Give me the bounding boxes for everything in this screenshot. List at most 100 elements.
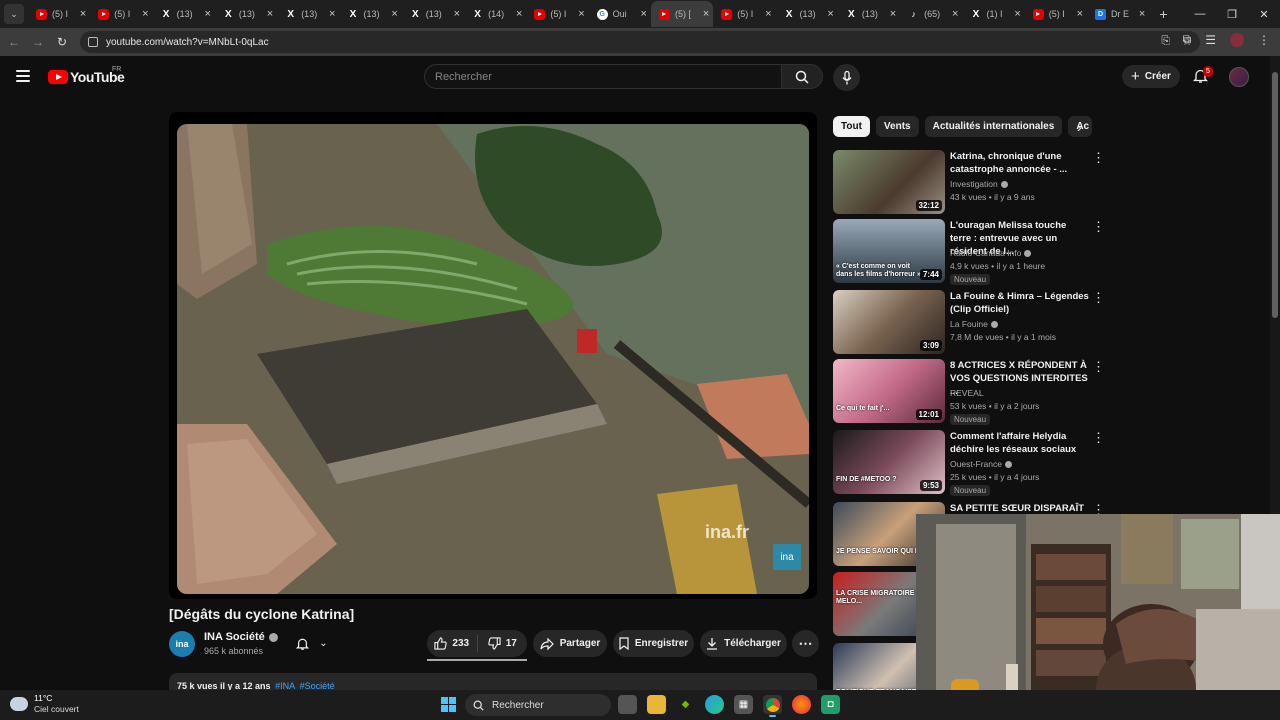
browser-tab[interactable]: X (14) × (464, 1, 526, 27)
extensions-icon[interactable]: ⧉ (1183, 32, 1192, 47)
close-tab-icon[interactable]: × (391, 8, 397, 20)
weather-widget[interactable]: 11°C Ciel couvert (10, 693, 79, 715)
video-thumbnail[interactable]: 3:09 (833, 290, 945, 354)
edge-icon[interactable] (705, 695, 724, 714)
browser-tab[interactable]: (5) I × (28, 1, 90, 27)
browser-tab[interactable]: (5) I × (1025, 1, 1087, 27)
chip-all[interactable]: Tout (833, 116, 870, 137)
save-button[interactable]: Enregistrer (613, 630, 694, 657)
close-tab-icon[interactable]: × (703, 8, 709, 20)
recommended-channel-name[interactable]: Ouest-France (950, 459, 1002, 469)
chevron-right-icon[interactable]: › (1077, 119, 1082, 135)
windows-start-icon[interactable] (441, 697, 456, 712)
install-app-icon[interactable]: ⎘ (1161, 35, 1170, 48)
close-tab-icon[interactable]: × (1077, 8, 1083, 20)
reading-list-icon[interactable]: ☰ (1205, 33, 1216, 47)
recommended-channel-name[interactable]: REVEAL (950, 388, 984, 398)
recommended-video[interactable]: « C'est comme on voit dans les films d'h… (833, 219, 1105, 285)
close-tab-icon[interactable]: × (890, 8, 896, 20)
more-vertical-icon[interactable]: ⋮ (1092, 360, 1105, 373)
close-tab-icon[interactable]: × (1139, 8, 1145, 20)
minimize-button[interactable]: — (1184, 0, 1216, 28)
browser-tab[interactable]: X (13) × (153, 1, 215, 27)
close-tab-icon[interactable]: × (142, 8, 148, 20)
close-tab-icon[interactable]: × (329, 8, 335, 20)
download-button[interactable]: Télécharger (700, 630, 787, 657)
new-tab-button[interactable]: + (1159, 6, 1167, 22)
like-button[interactable]: 233 (427, 637, 477, 650)
tab-search-button[interactable]: ⌄ (4, 4, 24, 24)
subscription-bell-button[interactable]: ⌄ (286, 630, 338, 657)
task-view-icon[interactable] (618, 695, 637, 714)
firefox-icon[interactable] (792, 695, 811, 714)
recommended-channel-name[interactable]: La Fouine (950, 319, 988, 329)
search-input[interactable]: Rechercher (424, 64, 782, 89)
chip-world-news[interactable]: Actualités internationales (924, 116, 1063, 137)
chrome-icon[interactable] (763, 695, 782, 717)
browser-tab[interactable]: G Oui × (589, 1, 651, 27)
maximize-button[interactable]: ❐ (1216, 0, 1248, 28)
video-player[interactable]: ina.fr ina (169, 112, 817, 599)
dislike-button[interactable]: 17 (478, 637, 528, 650)
channel-name-link[interactable]: INA Société (204, 631, 278, 643)
close-tab-icon[interactable]: × (641, 8, 647, 20)
close-tab-icon[interactable]: × (80, 8, 86, 20)
forward-button[interactable]: → (26, 35, 50, 49)
browser-tab[interactable]: X (1) I × (962, 1, 1024, 27)
menu-icon[interactable] (16, 70, 30, 82)
video-thumbnail[interactable]: 32:12 (833, 150, 945, 214)
close-tab-icon[interactable]: × (952, 8, 958, 20)
browser-tab[interactable]: X (13) × (277, 1, 339, 27)
taskbar-search[interactable]: Rechercher (465, 694, 611, 716)
file-explorer-icon[interactable] (647, 695, 666, 714)
video-thumbnail[interactable]: Ce qui te fait j'... 12:01 (833, 359, 945, 423)
recommended-video[interactable]: 3:09 La Fouine & Himra – Légendes (Clip O… (833, 290, 1105, 356)
browser-tab[interactable]: X (13) × (339, 1, 401, 27)
browser-tab[interactable]: (5) I × (90, 1, 152, 27)
account-avatar[interactable] (1229, 67, 1249, 87)
video-thumbnail[interactable]: FIN DE #METOO ? 9:53 (833, 430, 945, 494)
browser-tab[interactable]: D Dr E × (1087, 1, 1149, 27)
more-actions-button[interactable]: ⋯ (792, 630, 819, 657)
browser-tab[interactable]: X (13) × (215, 1, 277, 27)
browser-tab[interactable]: ♪ (65) × (900, 1, 962, 27)
site-info-icon[interactable] (88, 37, 98, 47)
browser-tab[interactable]: (5) [× (650, 1, 714, 27)
recommended-video[interactable]: FIN DE #METOO ? 9:53 Comment l'affaire Hel… (833, 430, 1105, 496)
more-vertical-icon[interactable]: ⋮ (1092, 220, 1105, 233)
close-tab-icon[interactable]: × (516, 8, 522, 20)
recommended-channel-name[interactable]: Radio-Canada Info (950, 248, 1021, 258)
more-vertical-icon[interactable]: ⋮ (1092, 291, 1105, 304)
page-scrollbar-thumb[interactable] (1272, 72, 1278, 318)
reload-button[interactable]: ↻ (50, 35, 74, 49)
browser-tab[interactable]: (5) I × (526, 1, 588, 27)
recommended-video-title[interactable]: La Fouine & Himra – Légendes (Clip Offic… (950, 290, 1090, 316)
profile-avatar[interactable] (1230, 32, 1244, 47)
browser-tab[interactable]: X (13) × (402, 1, 464, 27)
create-button[interactable]: + Créer (1122, 65, 1180, 88)
back-button[interactable]: ← (2, 35, 26, 49)
close-tab-icon[interactable]: × (267, 8, 273, 20)
youtube-logo[interactable]: YouTube FR (48, 66, 125, 85)
browser-tab[interactable]: (5) I × (713, 1, 775, 27)
chip-winds[interactable]: Vents (875, 116, 919, 137)
close-tab-icon[interactable]: × (827, 8, 833, 20)
close-tab-icon[interactable]: × (1014, 8, 1020, 20)
recommended-video[interactable]: 32:12 Katrina, chronique d'une catastroph… (833, 150, 1105, 216)
close-tab-icon[interactable]: × (204, 8, 210, 20)
more-vertical-icon[interactable]: ⋮ (1092, 151, 1105, 164)
store-icon[interactable]: ▦ (734, 695, 753, 714)
browser-menu-icon[interactable]: ⋮ (1258, 33, 1270, 47)
browser-tab[interactable]: X (13) × (776, 1, 838, 27)
voice-search-button[interactable] (833, 64, 860, 91)
browser-tab[interactable]: X (13) × (838, 1, 900, 27)
recommended-video[interactable]: Ce qui te fait j'... 12:01 8 ACTRICES X RÉ… (833, 359, 1105, 425)
share-button[interactable]: Partager (533, 630, 607, 657)
more-vertical-icon[interactable]: ⋮ (1092, 431, 1105, 444)
close-tab-icon[interactable]: × (454, 8, 460, 20)
recommended-video-title[interactable]: Katrina, chronique d'une catastrophe ann… (950, 150, 1090, 176)
video-thumbnail[interactable]: « C'est comme on voit dans les films d'h… (833, 219, 945, 283)
search-button[interactable] (781, 64, 823, 89)
recommended-channel-name[interactable]: Investigation (950, 179, 998, 189)
close-tab-icon[interactable]: × (765, 8, 771, 20)
